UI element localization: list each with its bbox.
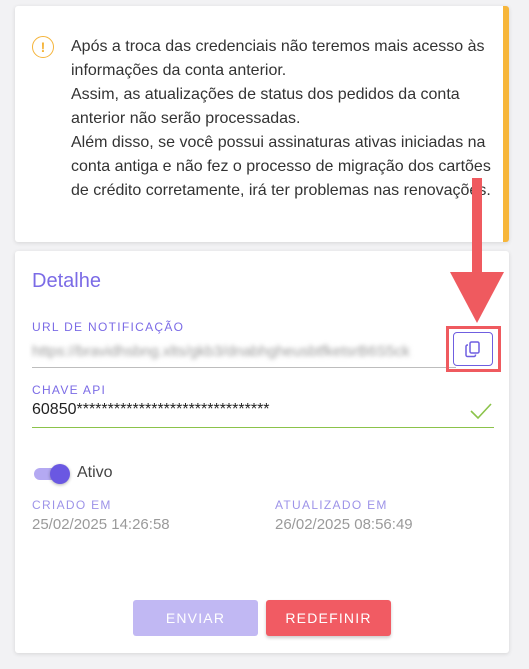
copy-icon [465,341,480,358]
warning-line-3: Além disso, se você possui assinaturas a… [71,134,491,199]
exclamation-circle-icon: ! [32,36,54,58]
api-key-underline [32,427,494,428]
active-label: Ativo [77,464,113,481]
updated-label: ATUALIZADO EM [275,498,388,512]
updated-value: 26/02/2025 08:56:49 [275,516,413,533]
check-icon [470,403,492,420]
warning-message: Após a troca das credenciais não teremos… [71,35,495,203]
notification-url-underline [32,367,456,368]
reset-button[interactable]: REDEFINIR [266,600,391,636]
notification-url-label: URL DE NOTIFICAÇÃO [32,320,185,334]
api-key-field[interactable]: 60850******************************* [32,401,270,419]
created-value: 25/02/2025 14:26:58 [32,516,170,533]
toggle-knob [50,464,70,484]
notification-url-field[interactable]: https://bravidhsbng.xlts/gkb3/dnabhgheus… [32,343,452,365]
active-toggle[interactable] [34,464,70,484]
send-button[interactable]: ENVIAR [133,600,258,636]
created-label: CRIADO EM [32,498,112,512]
detail-card: Detalhe URL DE NOTIFICAÇÃO https://bravi… [15,251,509,653]
annotation-arrow [450,178,504,323]
warning-card: ! Após a troca das credenciais não terem… [15,6,509,242]
detail-title: Detalhe [32,270,101,292]
warning-line-1: Após a troca das credenciais não teremos… [71,38,485,79]
warning-line-2: Assim, as atualizações de status dos ped… [71,86,460,127]
copy-url-button[interactable] [453,332,493,366]
api-key-label: CHAVE API [32,383,107,397]
